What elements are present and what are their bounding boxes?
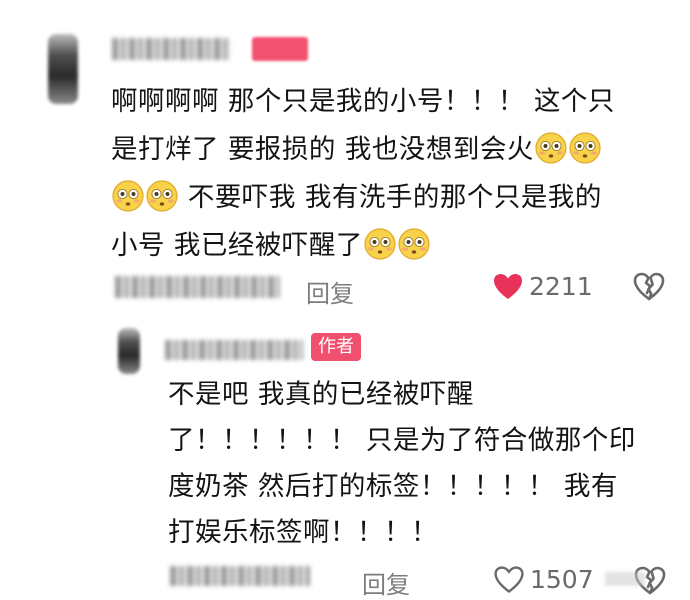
comment-line-4-text: 小号 我已经被吓醒了 [111,230,363,261]
reply-line-1: 不是吧 我真的已经被吓醒 [168,379,474,410]
comment-line-4: 小号 我已经被吓醒了 [111,222,671,270]
comment-line-2: 是打烊了 要报损的 我也没想到会火 [111,126,671,174]
comment-text: 啊啊啊啊 那个只是我的小号！！！ 这个只 是打烊了 要报损的 我也没想到会火 不… [111,78,671,270]
commenter-avatar[interactable] [48,34,78,104]
like-count: 2211 [529,272,593,301]
flushed-face-emoji-icon [535,132,567,164]
author-name-blurred[interactable] [165,340,303,360]
author-badge: 作者 [311,333,361,361]
heart-icon[interactable] [493,273,523,301]
reply-line-4: 打娱乐标签啊！！！！ [168,517,438,548]
reply-text: 不是吧 我真的已经被吓醒 了！！！！！！ 只是为了符合做那个印 度奶茶 然后打的… [168,372,668,556]
comment-line-1: 啊啊啊啊 那个只是我的小号！！！ 这个只 [111,86,615,117]
flushed-face-emoji-icon [398,228,430,260]
comment-line-3: 不要吓我 我有洗手的那个只是我的 [111,174,671,222]
reply-button[interactable]: 回复 [306,274,354,309]
reply-timestamp-blurred [170,566,310,586]
commenter-name-blurred[interactable] [112,38,230,60]
commenter-badge-blurred [252,37,308,61]
flushed-face-emoji-icon [569,132,601,164]
watermark-blurred [605,572,645,586]
flushed-face-emoji-icon [146,180,178,212]
flushed-face-emoji-icon [112,180,144,212]
reply-reply-button[interactable]: 回复 [362,565,410,600]
reply-line-2: 了！！！！！！ 只是为了符合做那个印 [168,425,636,456]
comment-timestamp-blurred [115,276,280,298]
comment-line-3-text: 不要吓我 我有洗手的那个只是我的 [179,182,602,213]
comment-line-2-text: 是打烊了 要报损的 我也没想到会火 [111,134,534,165]
reply-like-count: 1507 [530,565,594,594]
flushed-face-emoji-icon [364,228,396,260]
heart-outline-icon[interactable] [494,566,524,594]
author-avatar[interactable] [118,328,140,374]
broken-heart-icon[interactable] [633,272,665,302]
reply-line-3: 度奶茶 然后打的标签！！！！！ 我有 [168,471,618,502]
